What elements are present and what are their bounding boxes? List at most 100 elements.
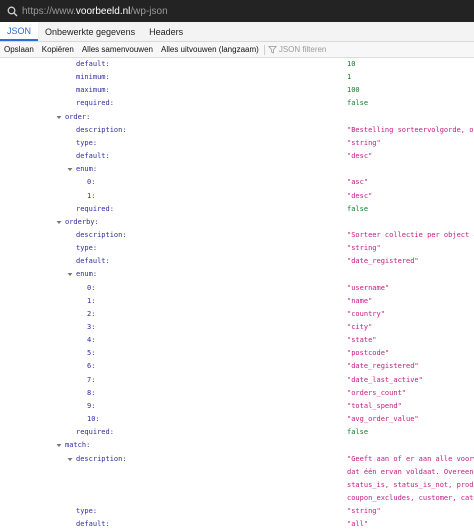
json-row-expandable[interactable]: enum: — [0, 268, 474, 281]
tab-headers[interactable]: Headers — [142, 22, 190, 41]
json-key: match: — [65, 441, 91, 450]
json-row: status_is, status_is_not, produc — [0, 479, 474, 492]
json-value: "username" — [347, 283, 390, 292]
json-value: "total_spend" — [347, 401, 402, 410]
json-row-expandable[interactable]: match: — [0, 439, 474, 452]
json-row: 5: "postcode" — [0, 347, 474, 360]
json-value: "string" — [347, 507, 381, 516]
json-value: "city" — [347, 323, 373, 331]
json-value: "date_registered" — [347, 257, 419, 266]
json-value: "string" — [347, 138, 381, 147]
json-row: maximum: 100 — [0, 84, 474, 97]
json-value: "date_last_active" — [347, 375, 423, 384]
json-key: 3: — [87, 323, 96, 331]
json-value: "avg_order_value" — [347, 415, 419, 424]
json-key: 0: — [87, 283, 96, 292]
json-value: "postcode" — [347, 349, 390, 358]
tab-raw-data[interactable]: Onbewerkte gegevens — [38, 22, 142, 41]
json-tree: default: 10 minimum: 1 maximum: 100 required: f… — [0, 58, 474, 528]
json-row: 1: "desc" — [0, 190, 474, 203]
json-value: "all" — [347, 520, 369, 529]
chevron-down-icon[interactable] — [56, 216, 62, 229]
json-row: 7: "date_last_active" — [0, 374, 474, 387]
json-value: "desc" — [347, 191, 373, 200]
json-key: 9: — [87, 401, 96, 410]
json-value: "orders_count" — [347, 388, 407, 397]
json-row: 8: "orders_count" — [0, 387, 474, 400]
chevron-down-icon[interactable] — [67, 268, 73, 281]
json-value: false — [347, 99, 369, 108]
json-row: 6: "date_registered" — [0, 360, 474, 373]
json-row: 0: "asc" — [0, 176, 474, 189]
address-bar[interactable]: https://www.voorbeeld.nl/wp-json — [0, 0, 474, 22]
json-value: "desc" — [347, 152, 373, 161]
json-row-expandable[interactable]: orderby: — [0, 216, 474, 229]
chevron-down-icon[interactable] — [56, 111, 62, 124]
search-icon — [5, 4, 19, 18]
json-key: required: — [76, 99, 114, 108]
json-key: minimum: — [76, 73, 110, 82]
json-value: "Sorteer collectie per object at — [347, 230, 474, 239]
json-key: 10: — [87, 415, 100, 424]
json-key: type: — [76, 507, 98, 516]
json-row: 1: "name" — [0, 295, 474, 308]
json-row: default: "desc" — [0, 150, 474, 163]
json-value: "Bestelling sorteervolgorde, opl — [347, 125, 474, 134]
url-path: /wp-json — [130, 5, 168, 17]
json-key: 4: — [87, 336, 96, 345]
json-value: "state" — [347, 336, 377, 345]
url-text[interactable]: https://www.voorbeeld.nl/wp-json — [22, 6, 168, 17]
json-row: 0: "username" — [0, 282, 474, 295]
chevron-down-icon[interactable] — [67, 163, 73, 176]
expand-all-button[interactable]: Alles uitvouwen (langzaam) — [157, 45, 263, 54]
json-toolbar: Opslaan Kopiëren Alles samenvouwen Alles… — [0, 42, 474, 58]
json-key: description: — [76, 454, 127, 463]
json-row: 9: "total_spend" — [0, 400, 474, 413]
json-value: "string" — [347, 244, 381, 253]
json-key: 1: — [87, 191, 96, 200]
copy-button[interactable]: Kopiëren — [38, 45, 78, 54]
json-row: description: "Sorteer collectie per objec… — [0, 229, 474, 242]
json-row-expandable[interactable]: enum: — [0, 163, 474, 176]
json-key: required: — [76, 428, 114, 437]
json-row: type: "string" — [0, 137, 474, 150]
json-row: dat één ervan voldaat. Overeenk — [0, 466, 474, 479]
json-row: required: false — [0, 203, 474, 216]
json-row: default: "date_registered" — [0, 255, 474, 268]
json-key: enum: — [76, 270, 98, 279]
chevron-down-icon[interactable] — [67, 453, 73, 466]
collapse-all-button[interactable]: Alles samenvouwen — [78, 45, 157, 54]
json-value: dat één ervan voldaat. Overeenk — [347, 467, 474, 476]
json-value: "name" — [347, 296, 373, 305]
json-filter-input[interactable]: JSON filteren — [267, 45, 327, 54]
chevron-down-icon[interactable] — [56, 439, 62, 452]
url-host: voorbeeld.nl — [75, 5, 131, 17]
json-key: 8: — [87, 388, 96, 397]
json-key: orderby: — [65, 217, 99, 226]
tab-json[interactable]: JSON — [0, 22, 39, 41]
json-key: default: — [76, 60, 110, 68]
json-value: 1 — [347, 73, 352, 82]
json-value: false — [347, 204, 369, 213]
json-key: description: — [76, 230, 127, 239]
json-value: "Geeft aan of er aan alle voorwa — [347, 454, 474, 463]
save-button[interactable]: Opslaan — [0, 45, 38, 54]
json-row: 3: "city" — [0, 321, 474, 334]
json-row: type: "string" — [0, 242, 474, 255]
json-value: status_is, status_is_not, produc — [347, 480, 474, 489]
json-key: description: — [76, 125, 127, 134]
json-key: type: — [76, 244, 98, 253]
json-row-expandable[interactable]: description: "Geeft aan of er aan alle vo… — [0, 453, 474, 466]
json-key: 5: — [87, 349, 96, 358]
url-prefix: https://www. — [22, 5, 76, 17]
json-value: 10 — [347, 60, 356, 68]
json-row: description: "Bestelling sorteervolgorde,… — [0, 124, 474, 137]
json-row: default: 10 — [0, 58, 474, 71]
json-row: 4: "state" — [0, 334, 474, 347]
json-value: false — [347, 428, 369, 437]
filter-placeholder: JSON filteren — [278, 45, 327, 54]
json-key: 1: — [87, 296, 96, 305]
json-row: minimum: 1 — [0, 71, 474, 84]
json-row-expandable[interactable]: order: — [0, 111, 474, 124]
json-key: default: — [76, 257, 110, 266]
